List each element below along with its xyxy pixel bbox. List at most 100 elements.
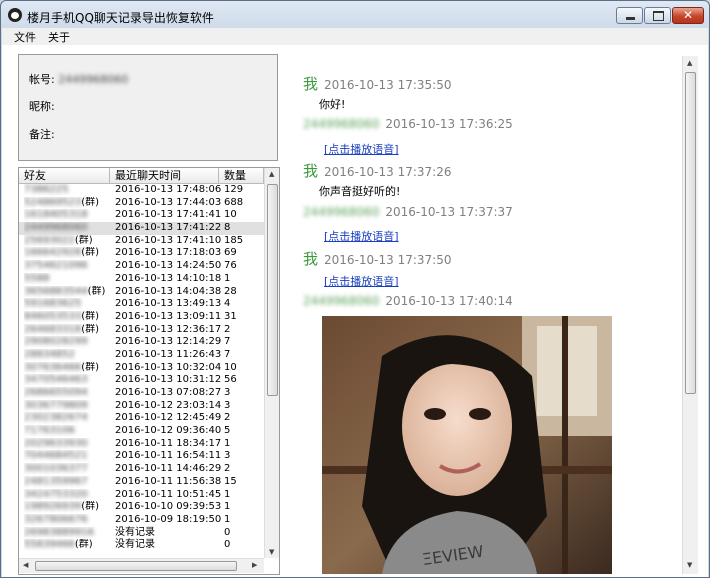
friend-list-vertical-scrollbar[interactable]: ▲ ▼ — [264, 168, 279, 558]
time-cell: 2016-10-13 10:32:04 — [115, 361, 222, 373]
play-voice-link[interactable]: [点击播放语音] — [324, 141, 399, 157]
friend-list[interactable]: 好友 最近聊天时间 数量 7386225 2016-10-13 17:48:06 1… — [18, 167, 280, 575]
count-cell: 2 — [224, 463, 231, 475]
table-row[interactable]: 198926939(群) 2016-10-10 09:39:53 1 — [19, 501, 264, 514]
account-value: 2449968060 — [58, 73, 129, 86]
close-button[interactable]: ✕ — [672, 7, 704, 24]
table-row[interactable]: 2481359967 2016-10-11 11:56:38 15 — [19, 476, 264, 489]
table-row[interactable]: 3470546463 2016-10-13 10:31:12 56 — [19, 374, 264, 387]
table-row[interactable]: 2029633930 2016-10-11 18:34:17 1 — [19, 438, 264, 451]
friend-cell: 71763106 — [24, 425, 75, 437]
menu-file[interactable]: 文件 — [14, 29, 36, 45]
nickname-label: 昵称: — [29, 100, 55, 113]
title-bar[interactable]: 楼月手机QQ聊天记录导出恢复软件 ✕ — [1, 1, 709, 29]
table-row[interactable]: 2908028299 2016-10-13 12:14:29 7 — [19, 336, 264, 349]
message-header: 我 2016-10-13 17:35:50 — [303, 73, 451, 94]
table-row[interactable]: 264683318(群) 2016-10-13 12:36:17 2 — [19, 324, 264, 337]
menu-about[interactable]: 关于 — [48, 29, 70, 45]
count-cell: 8 — [224, 222, 231, 234]
table-row[interactable]: 3656883544(群) 2016-10-13 14:04:38 28 — [19, 286, 264, 299]
time-cell: 2016-10-11 14:46:29 — [115, 463, 222, 475]
table-row[interactable]: 5588 2016-10-13 14:10:18 1 — [19, 273, 264, 286]
scroll-thumb[interactable] — [267, 184, 278, 396]
table-row[interactable]: 3424753320 2016-10-11 10:51:45 1 — [19, 489, 264, 502]
count-cell: 7 — [224, 348, 231, 360]
friend-cell: 846053533(群) — [24, 310, 100, 322]
maximize-button[interactable] — [644, 7, 671, 24]
column-header-time[interactable]: 最近聊天时间 — [110, 168, 219, 183]
scroll-down-icon[interactable]: ▼ — [687, 561, 692, 569]
column-header-friend[interactable]: 好友 — [19, 168, 110, 183]
table-row[interactable]: 55839466(群) 没有记录 0 — [19, 539, 264, 552]
friend-cell: 26983889916 — [24, 526, 94, 538]
message-text: 你好! — [319, 98, 346, 111]
friend-list-horizontal-scrollbar[interactable]: ◀ ▶ — [19, 558, 264, 573]
time-cell: 2016-10-10 09:39:53 — [115, 501, 222, 513]
count-cell: 56 — [224, 374, 237, 386]
message-time: 2016-10-13 17:36:25 — [385, 117, 513, 131]
table-row[interactable]: 2449968060 2016-10-13 17:41:22 8 — [19, 222, 264, 235]
table-row[interactable]: 7386225 2016-10-13 17:48:06 129 — [19, 184, 264, 197]
friend-cell: 264683318(群) — [24, 323, 100, 335]
table-row[interactable]: 26983889916 没有记录 0 — [19, 527, 264, 540]
friend-cell: 2302382674 — [24, 412, 88, 424]
count-cell: 10 — [224, 209, 237, 221]
table-row[interactable]: 3001036377 2016-10-11 14:46:29 2 — [19, 463, 264, 476]
friend-cell: 28834852 — [24, 348, 75, 360]
scroll-up-icon[interactable]: ▲ — [269, 170, 274, 178]
scroll-left-icon[interactable]: ◀ — [23, 561, 28, 569]
friend-cell: 524869523(群) — [24, 196, 100, 208]
time-cell: 2016-10-13 12:14:29 — [115, 336, 222, 348]
app-window: 楼月手机QQ聊天记录导出恢复软件 ✕ 文件 关于 帐号: 2449968060 … — [0, 0, 710, 578]
column-header-count[interactable]: 数量 — [219, 168, 264, 183]
count-cell: 1 — [224, 488, 231, 500]
sender-name: 2449968060 — [303, 294, 380, 308]
scroll-thumb-horizontal[interactable] — [35, 561, 237, 571]
scroll-right-icon[interactable]: ▶ — [252, 561, 257, 569]
play-voice-link[interactable]: [点击播放语音] — [324, 273, 399, 289]
scroll-up-icon[interactable]: ▲ — [687, 59, 692, 67]
table-row[interactable]: 28834852 2016-10-13 11:26:43 7 — [19, 349, 264, 362]
count-cell: 28 — [224, 285, 237, 297]
table-row[interactable]: 166642928(群) 2016-10-13 17:18:03 69 — [19, 247, 264, 260]
table-row[interactable]: 591683625 2016-10-13 13:49:13 4 — [19, 298, 264, 311]
chat-vertical-scrollbar[interactable]: ▲ ▼ — [682, 56, 698, 574]
time-cell: 2016-10-13 17:18:03 — [115, 247, 222, 259]
friend-cell: 3656883544(群) — [24, 285, 106, 297]
table-row[interactable]: 524869523(群) 2016-10-13 17:44:03 688 — [19, 197, 264, 210]
table-row[interactable]: 307636466(群) 2016-10-13 10:32:04 10 — [19, 362, 264, 375]
chat-photo[interactable]: ΞEVIEW — [322, 316, 612, 574]
count-cell: 3 — [224, 450, 231, 462]
count-cell: 31 — [224, 310, 237, 322]
scroll-thumb[interactable] — [685, 72, 696, 394]
table-row[interactable]: 1618405318 2016-10-13 17:41:41 10 — [19, 209, 264, 222]
table-row[interactable]: 7044684521 2016-10-11 16:54:11 3 — [19, 450, 264, 463]
table-row[interactable]: 3036779809 2016-10-12 23:03:14 3 — [19, 400, 264, 413]
minimize-button[interactable] — [616, 7, 643, 24]
table-row[interactable]: 2302382674 2016-10-12 12:45:49 2 — [19, 412, 264, 425]
play-voice-link[interactable]: [点击播放语音] — [324, 228, 399, 244]
table-row[interactable]: 3754621096 2016-10-13 14:24:50 76 — [19, 260, 264, 273]
table-row[interactable]: 3267806676 2016-10-09 18:19:50 1 — [19, 514, 264, 527]
count-cell: 1 — [224, 272, 231, 284]
time-cell: 2016-10-13 14:04:38 — [115, 285, 222, 297]
time-cell: 2016-10-13 13:09:11 — [115, 310, 222, 322]
table-row[interactable]: 71763106 2016-10-12 09:36:40 5 — [19, 425, 264, 438]
close-icon: ✕ — [682, 8, 694, 22]
table-row[interactable]: 846053533(群) 2016-10-13 13:09:11 31 — [19, 311, 264, 324]
friend-cell: 7044684521 — [24, 450, 88, 462]
table-row[interactable]: 2686655094 2016-10-13 07:08:27 3 — [19, 387, 264, 400]
count-cell: 0 — [224, 526, 231, 538]
friend-cell: 3001036377 — [24, 463, 88, 475]
count-cell: 10 — [224, 361, 237, 373]
message-header: 我 2016-10-13 17:37:26 — [303, 160, 451, 181]
sender-name: 我 — [303, 162, 319, 180]
count-cell: 1 — [224, 437, 231, 449]
client-area: 帐号: 2449968060 昵称: 备注: 好友 最近聊天时间 数量 7386… — [2, 45, 708, 577]
count-cell: 1 — [224, 501, 231, 513]
table-row[interactable]: 25693022(群) 2016-10-13 17:41:10 185 — [19, 235, 264, 248]
count-cell: 15 — [224, 475, 237, 487]
time-cell: 2016-10-12 12:45:49 — [115, 412, 222, 424]
scroll-down-icon[interactable]: ▼ — [269, 548, 274, 556]
count-cell: 76 — [224, 260, 237, 272]
